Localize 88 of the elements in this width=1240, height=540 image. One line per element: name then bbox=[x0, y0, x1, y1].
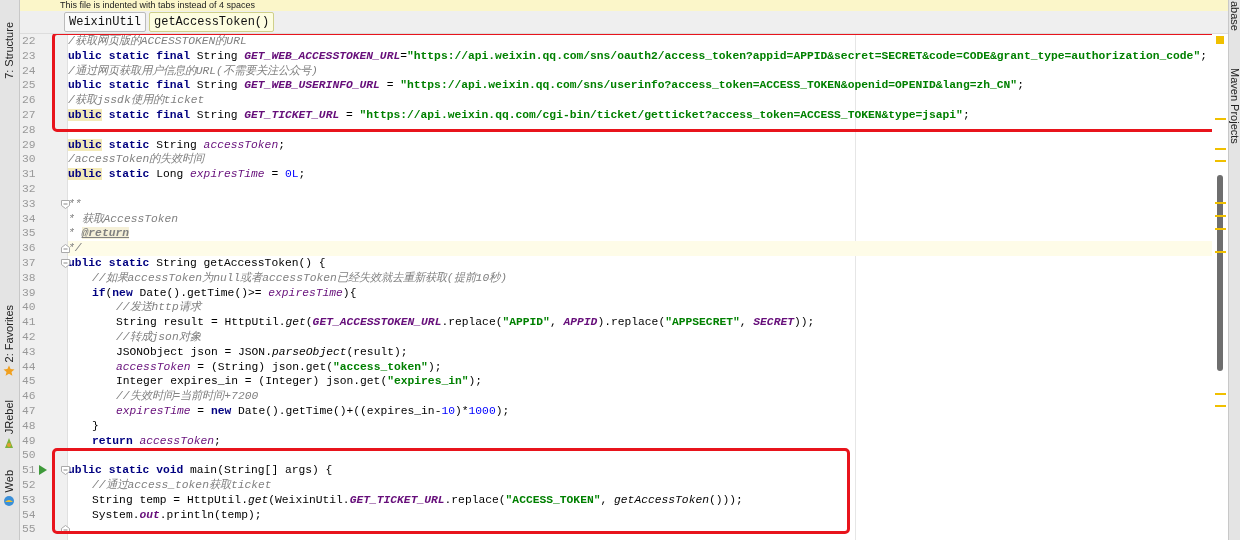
warning-marker[interactable] bbox=[1215, 393, 1226, 395]
line-number: 52 bbox=[21, 477, 37, 493]
code-line: /获取网页版的ACCESSTOKEN的URL bbox=[68, 34, 248, 49]
line-number: 22 bbox=[21, 34, 37, 49]
line-number: 45 bbox=[21, 374, 37, 390]
code-line: //失效时间=当前时间+7200 bbox=[115, 389, 260, 404]
code-line: //发送http请求 bbox=[115, 300, 204, 316]
line-number: 27 bbox=[21, 108, 37, 123]
line-number: 23 bbox=[21, 48, 37, 64]
line-number: 40 bbox=[21, 300, 37, 316]
code-line: /获取jssdk使用的ticket bbox=[68, 93, 206, 108]
line-number: 24 bbox=[21, 63, 37, 79]
code-line: ublic static final String GET_WEB_USERINFO_URL = "https://api.weixin.qq.com/sns/userinfo?access_token=ACCESS_TOKEN&openid=OPENID&lang=zh_CN"; bbox=[68, 78, 1025, 93]
code-line: Integer expires_in = (Integer) json.get("expires_in"); bbox=[115, 374, 484, 389]
line-number: 33 bbox=[21, 196, 37, 212]
code-line: JSONObject json = JSON.parseObject(result); bbox=[115, 344, 409, 360]
line-number: 47 bbox=[21, 403, 37, 419]
line-number: 26 bbox=[21, 93, 37, 108]
code-line: ublic static void main(String[] args) { bbox=[68, 463, 334, 478]
line-number: 34 bbox=[21, 211, 37, 227]
star-icon bbox=[3, 365, 15, 378]
line-number: 50 bbox=[21, 448, 37, 464]
line-number: 30 bbox=[21, 152, 37, 168]
code-line: String result = HttpUtil.get(GET_ACCESSTOKEN_URL.replace("APPID", APPID).replace("APPSECRET", SECRET)); bbox=[115, 315, 816, 330]
code-line: } bbox=[91, 418, 100, 434]
line-number: 29 bbox=[21, 137, 37, 153]
line-number: 48 bbox=[21, 418, 37, 434]
warning-marker[interactable] bbox=[1215, 251, 1226, 253]
code-line: //如果accessToken为null或者accessToken已经失效就去重新获取(提前10秒) bbox=[91, 270, 508, 286]
warning-marker[interactable] bbox=[1215, 202, 1226, 204]
tool-window-tab[interactable]: JRebel bbox=[3, 400, 15, 435]
line-number: 25 bbox=[21, 78, 37, 94]
line-number: 36 bbox=[21, 241, 37, 256]
code-line: * @return bbox=[68, 226, 131, 242]
line-number: 31 bbox=[21, 167, 37, 182]
code-line: String temp = HttpUtil.get(WeixinUtil.GET_TICKET_URL.replace("ACCESS_TOKEN", getAccessToken())); bbox=[91, 492, 744, 508]
code-line: /通过网页获取用户信息的URL(不需要关注公众号) bbox=[68, 63, 319, 79]
warning-marker[interactable] bbox=[1215, 118, 1226, 120]
line-number: 32 bbox=[21, 181, 37, 197]
code-line: //通过access_token获取ticket bbox=[91, 477, 273, 493]
code-line: if(new Date().getTime()>= expiresTime){ bbox=[91, 285, 358, 300]
line-number: 28 bbox=[21, 122, 37, 138]
line-number: 53 bbox=[21, 492, 37, 508]
warning-marker[interactable] bbox=[1215, 160, 1226, 162]
line-number: 55 bbox=[21, 522, 37, 538]
run-icon[interactable] bbox=[39, 465, 47, 476]
line-number: 41 bbox=[21, 315, 37, 330]
line-number: 42 bbox=[21, 329, 37, 345]
fold-icon[interactable] bbox=[61, 199, 70, 209]
tool-window-tab[interactable]: Web bbox=[3, 470, 15, 493]
breadcrumb-item[interactable]: getAccessToken() bbox=[149, 12, 275, 32]
globe-icon bbox=[3, 495, 15, 508]
code-line: return accessToken; bbox=[91, 433, 222, 449]
code-line: * 获取AccessToken bbox=[68, 211, 180, 227]
fold-icon[interactable] bbox=[61, 244, 70, 254]
code-line: ** bbox=[68, 196, 83, 212]
code-line: accessToken = (String) json.get("access_token"); bbox=[115, 359, 443, 375]
code-line: ublic static final String GET_TICKET_URL = "https://api.weixin.qq.com/cgi-bin/ticket/getticket?access_token=ACCESS_TOKEN&type=jsapi"; bbox=[68, 108, 971, 123]
line-number: 49 bbox=[21, 433, 37, 449]
line-number: 39 bbox=[21, 285, 37, 301]
warning-marker[interactable] bbox=[1215, 215, 1226, 217]
rebel-icon bbox=[3, 437, 15, 450]
line-number: 38 bbox=[21, 270, 37, 286]
code-line: ublic static Long expiresTime = 0L; bbox=[68, 167, 307, 182]
breadcrumb-item[interactable]: WeixinUtil bbox=[64, 12, 146, 32]
code-line: ublic static String getAccessToken() { bbox=[68, 255, 327, 271]
line-number: 37 bbox=[21, 255, 37, 271]
scrollbar-thumb[interactable] bbox=[1217, 175, 1223, 371]
code-line: System.out.println(temp); bbox=[91, 507, 263, 523]
fold-icon[interactable] bbox=[61, 466, 70, 476]
code-line: /accessToken的失效时间 bbox=[68, 152, 206, 168]
code-line: ublic static String accessToken; bbox=[68, 137, 286, 153]
code-line: ublic static final String GET_WEB_ACCESSTOKEN_URL="https://api.weixin.qq.com/sns/oauth2/access_token?appid=APPID&secret=SECRET&code=CODE&grant_type=authorization_code"; bbox=[68, 48, 1208, 64]
line-number: 44 bbox=[21, 359, 37, 375]
notification-text: This file is indented with tabs instead of 4 spaces bbox=[60, 0, 256, 11]
code-line: //转成json对象 bbox=[115, 329, 202, 345]
tool-window-tab[interactable]: 2: Favorites bbox=[3, 305, 15, 363]
warning-marker[interactable] bbox=[1215, 405, 1226, 407]
analysis-status-icon bbox=[1216, 36, 1224, 44]
line-number: 46 bbox=[21, 389, 37, 404]
fold-icon[interactable] bbox=[61, 258, 70, 268]
line-number: 43 bbox=[21, 344, 37, 360]
line-number: 54 bbox=[21, 507, 37, 523]
warning-marker[interactable] bbox=[1215, 228, 1226, 230]
warning-marker[interactable] bbox=[1215, 148, 1226, 150]
code-line: expiresTime = new Date().getTime()+((expires_in-10)*1000); bbox=[115, 403, 511, 419]
tool-window-tab[interactable]: 7: Structure bbox=[3, 22, 15, 79]
line-number: 35 bbox=[21, 226, 37, 242]
